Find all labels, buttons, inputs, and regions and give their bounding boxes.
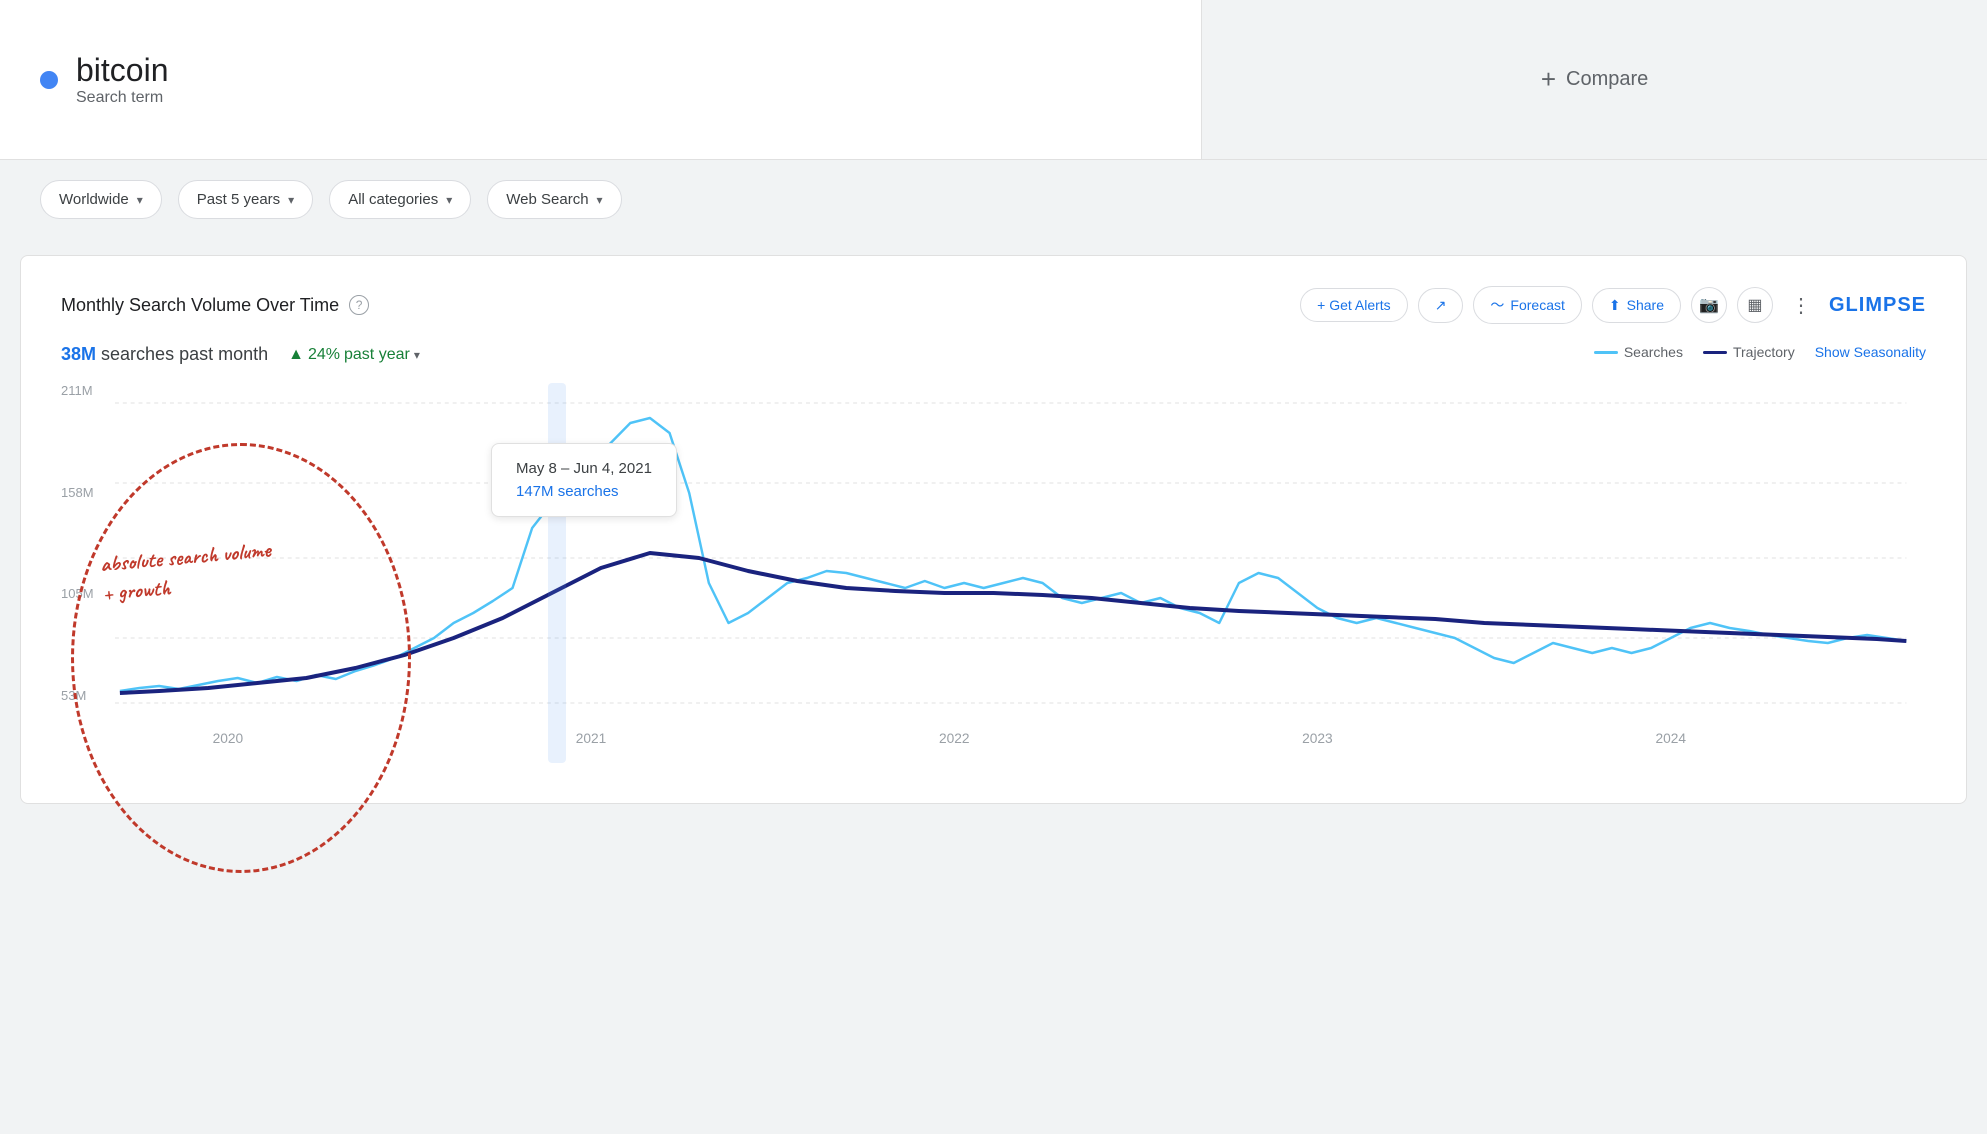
chart-tooltip: May 8 – Jun 4, 2021 147M searches — [491, 443, 677, 517]
searches-count: 38M searches past month — [61, 344, 268, 365]
filters-bar: Worldwide ▾ Past 5 years ▾ All categorie… — [0, 160, 1987, 239]
table-icon: ▦ — [1747, 295, 1762, 315]
legend-line-searches — [1594, 351, 1618, 354]
filter-region[interactable]: Worldwide ▾ — [40, 180, 162, 219]
share-button[interactable]: ⬆ Share — [1592, 288, 1681, 323]
legend-searches: Searches — [1594, 344, 1683, 360]
help-icon[interactable]: ? — [349, 295, 369, 315]
svg-text:2021: 2021 — [576, 730, 607, 746]
camera-icon: 📷 — [1699, 295, 1719, 315]
svg-text:2022: 2022 — [939, 730, 970, 746]
external-link-button[interactable]: ↗ — [1418, 288, 1464, 323]
svg-text:2023: 2023 — [1302, 730, 1333, 746]
chevron-down-icon: ▾ — [137, 193, 143, 207]
chevron-down-icon: ▾ — [446, 193, 452, 207]
share-label: Share — [1627, 297, 1664, 313]
tooltip-value: 147M searches — [516, 483, 652, 500]
search-term-text: bitcoin Search term — [76, 52, 169, 107]
chart-svg: 2020 2021 2022 2023 2024 — [61, 383, 1926, 763]
svg-text:2020: 2020 — [213, 730, 244, 746]
growth-chevron-icon[interactable]: ▾ — [414, 348, 420, 362]
legend-trajectory-label: Trajectory — [1733, 344, 1795, 360]
legend-searches-label: Searches — [1624, 344, 1683, 360]
growth-percent: 24% — [308, 346, 340, 364]
forecast-icon: 〜 — [1490, 295, 1504, 315]
chart-header: Monthly Search Volume Over Time ? + Get … — [61, 286, 1926, 324]
search-term-name: bitcoin — [76, 52, 169, 89]
get-alerts-label: + Get Alerts — [1317, 297, 1391, 313]
svg-text:2024: 2024 — [1656, 730, 1687, 746]
get-alerts-button[interactable]: + Get Alerts — [1300, 288, 1408, 322]
table-icon-button[interactable]: ▦ — [1737, 287, 1773, 323]
more-options-button[interactable]: ⋮ — [1783, 287, 1819, 323]
share-icon: ⬆ — [1609, 297, 1621, 314]
growth-triangle-icon: ▲ — [288, 346, 304, 364]
chart-actions: + Get Alerts ↗ 〜 Forecast ⬆ Share 📷 ▦ ⋮ … — [1300, 286, 1926, 324]
filter-region-label: Worldwide — [59, 191, 129, 208]
compare-button[interactable]: + Compare — [1541, 64, 1648, 95]
chart-container: 211M 158M 105M 53M May 8 – Jun 4, 2021 1… — [61, 383, 1926, 763]
legend-line-trajectory — [1703, 351, 1727, 354]
filter-category-label: All categories — [348, 191, 438, 208]
chart-title: Monthly Search Volume Over Time — [61, 295, 339, 316]
compare-plus-icon: + — [1541, 64, 1556, 95]
search-term-box: bitcoin Search term — [0, 0, 1202, 159]
search-dot — [40, 71, 58, 89]
filter-time[interactable]: Past 5 years ▾ — [178, 180, 313, 219]
forecast-button[interactable]: 〜 Forecast — [1473, 286, 1581, 324]
filter-type-label: Web Search — [506, 191, 588, 208]
searches-label: searches past month — [101, 344, 268, 364]
growth-badge: ▲ 24% past year ▾ — [288, 346, 420, 364]
chart-section: Monthly Search Volume Over Time ? + Get … — [20, 255, 1967, 804]
growth-year-label: past year — [344, 346, 410, 364]
chevron-down-icon: ▾ — [288, 193, 294, 207]
external-link-icon: ↗ — [1435, 297, 1447, 314]
filter-category[interactable]: All categories ▾ — [329, 180, 471, 219]
chart-title-area: Monthly Search Volume Over Time ? — [61, 295, 369, 316]
stats-row: 38M searches past month ▲ 24% past year … — [61, 344, 420, 365]
compare-label: Compare — [1566, 68, 1648, 91]
camera-icon-button[interactable]: 📷 — [1691, 287, 1727, 323]
filter-time-label: Past 5 years — [197, 191, 280, 208]
show-seasonality-link[interactable]: Show Seasonality — [1815, 344, 1926, 360]
search-term-type: Search term — [76, 89, 163, 106]
chevron-down-icon: ▾ — [597, 193, 603, 207]
tooltip-date: May 8 – Jun 4, 2021 — [516, 460, 652, 477]
compare-box[interactable]: + Compare — [1202, 0, 1987, 159]
legend-trajectory: Trajectory — [1703, 344, 1795, 360]
glimpse-logo: GLIMPSE — [1829, 294, 1926, 317]
searches-number: 38M — [61, 344, 96, 364]
forecast-label: Forecast — [1510, 297, 1564, 313]
tooltip-highlight — [548, 383, 566, 763]
filter-type[interactable]: Web Search ▾ — [487, 180, 621, 219]
legend-area: Searches Trajectory Show Seasonality — [1594, 344, 1926, 360]
